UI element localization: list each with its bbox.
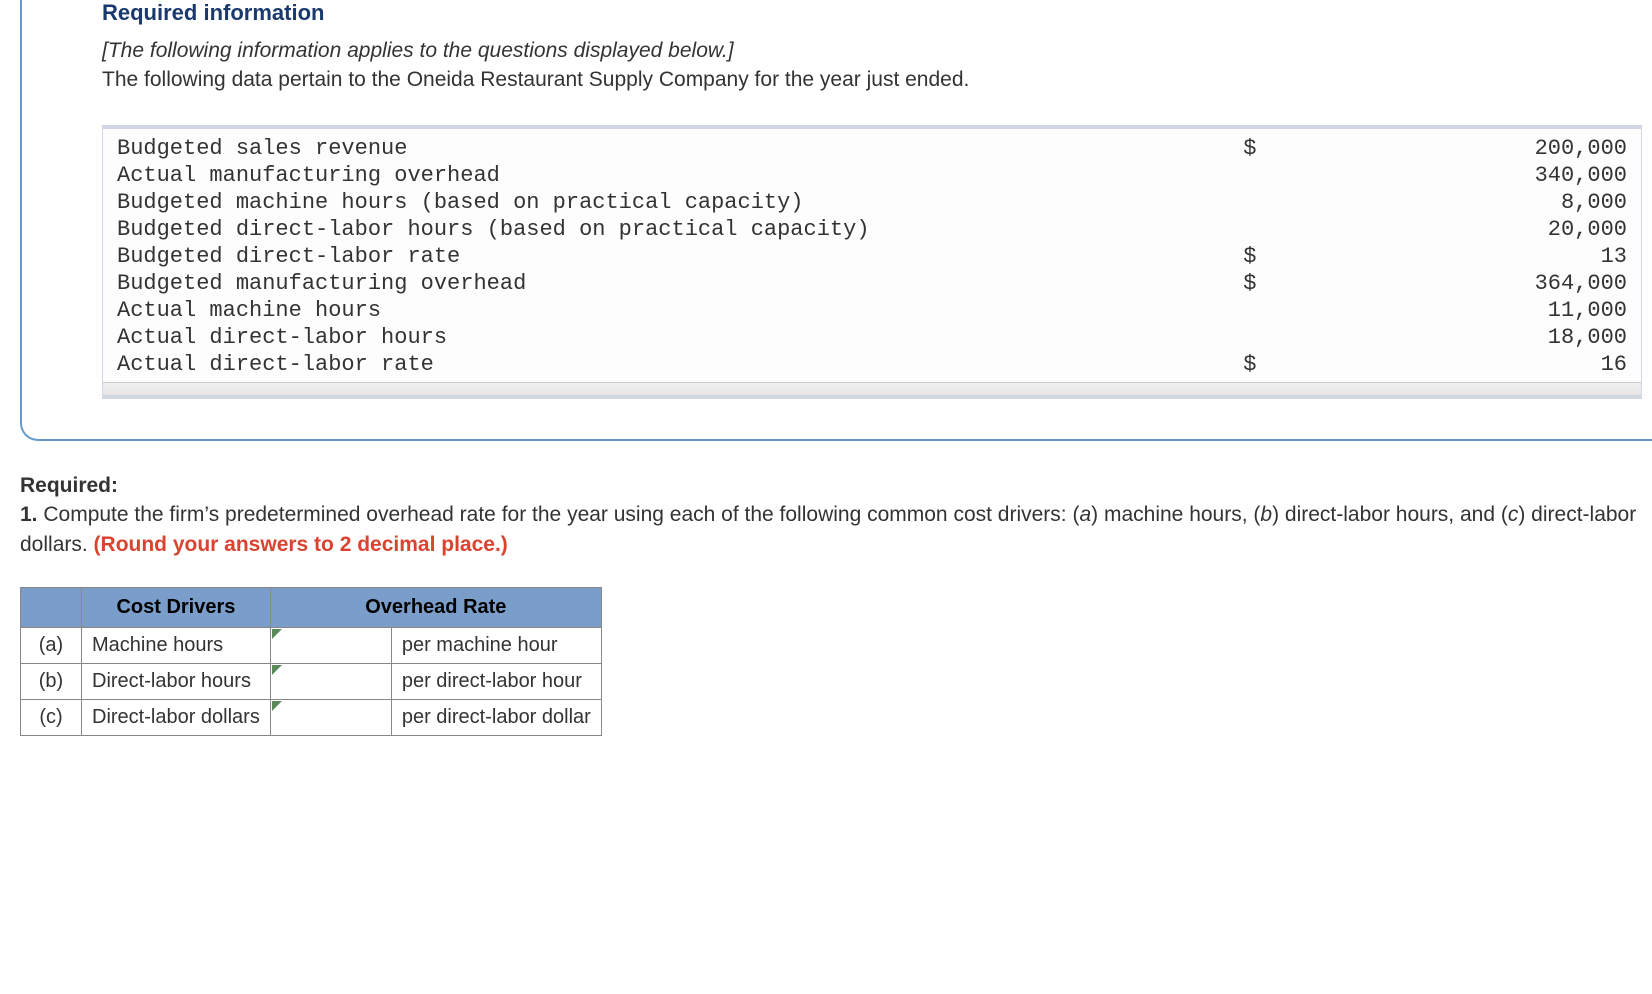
table-row: Actual manufacturing overhead 340,000 (103, 162, 1641, 189)
header-blank (21, 587, 82, 627)
table-row: Actual machine hours 11,000 (103, 297, 1641, 324)
data-label: Budgeted machine hours (based on practic… (103, 189, 1180, 216)
data-label: Actual direct-labor rate (103, 351, 1180, 378)
question-number: 1. (20, 503, 38, 526)
unit-cell: per direct-labor hour (391, 663, 601, 699)
ital-c: c (1508, 503, 1519, 526)
required-label: Required: (20, 474, 118, 497)
data-val: 364,000 (1256, 270, 1641, 297)
rate-input-c[interactable] (271, 700, 391, 734)
intro-plain: The following data pertain to the Oneida… (102, 68, 969, 91)
row-letter: (b) (21, 663, 82, 699)
data-val: 18,000 (1256, 324, 1641, 351)
question-text-a: Compute the firm’s predetermined overhea… (38, 503, 1080, 526)
intro-text: [The following information applies to th… (102, 36, 1652, 95)
data-val: 340,000 (1256, 162, 1641, 189)
data-sym: $ (1180, 243, 1257, 270)
header-cost-drivers: Cost Drivers (82, 587, 271, 627)
data-label: Budgeted manufacturing overhead (103, 270, 1180, 297)
unit-cell: per machine hour (391, 627, 601, 663)
unit-cell: per direct-labor dollar (391, 699, 601, 735)
data-label: Actual manufacturing overhead (103, 162, 1180, 189)
data-sym (1180, 189, 1257, 216)
header-overhead-rate: Overhead Rate (270, 587, 601, 627)
round-note: (Round your answers to 2 decimal place.) (94, 533, 508, 556)
data-val: 16 (1256, 351, 1641, 378)
table-row: Budgeted direct-labor hours (based on pr… (103, 216, 1641, 243)
table-row: Budgeted manufacturing overhead$364,000 (103, 270, 1641, 297)
row-letter: (a) (21, 627, 82, 663)
input-indicator-icon (272, 701, 282, 711)
rate-input-a[interactable] (271, 628, 391, 662)
required-block: Required: 1. Compute the firm’s predeter… (20, 471, 1652, 559)
data-sym (1180, 297, 1257, 324)
data-val: 8,000 (1256, 189, 1641, 216)
info-box: Required information [The following info… (20, 0, 1652, 441)
cost-driver-cell: Machine hours (82, 627, 271, 663)
table-row: Budgeted machine hours (based on practic… (103, 189, 1641, 216)
table-row: Budgeted sales revenue$200,000 (103, 135, 1641, 162)
ital-a: a (1079, 503, 1091, 526)
data-table-wrap: Budgeted sales revenue$200,000 Actual ma… (102, 125, 1642, 399)
data-label: Actual machine hours (103, 297, 1180, 324)
table-row: Actual direct-labor hours 18,000 (103, 324, 1641, 351)
input-indicator-icon (272, 629, 282, 639)
row-letter: (c) (21, 699, 82, 735)
rate-input-cell[interactable] (270, 699, 391, 735)
data-sym (1180, 324, 1257, 351)
data-label: Budgeted sales revenue (103, 135, 1180, 162)
data-val: 200,000 (1256, 135, 1641, 162)
section-title: Required information (102, 0, 1652, 26)
intro-italic: [The following information applies to th… (102, 39, 734, 62)
data-label: Actual direct-labor hours (103, 324, 1180, 351)
data-sym: $ (1180, 135, 1257, 162)
data-sym (1180, 216, 1257, 243)
data-sym (1180, 162, 1257, 189)
question-text-b: ) machine hours, ( (1091, 503, 1260, 526)
data-val: 20,000 (1256, 216, 1641, 243)
data-table: Budgeted sales revenue$200,000 Actual ma… (103, 135, 1641, 378)
question-text-c: ) direct-labor hours, and ( (1272, 503, 1508, 526)
cost-driver-cell: Direct-labor hours (82, 663, 271, 699)
data-sym: $ (1180, 270, 1257, 297)
table-row: Budgeted direct-labor rate$13 (103, 243, 1641, 270)
answer-row: (b) Direct-labor hours per direct-labor … (21, 663, 602, 699)
rate-input-b[interactable] (271, 664, 391, 698)
answer-table: Cost Drivers Overhead Rate (a) Machine h… (20, 587, 602, 736)
rate-input-cell[interactable] (270, 663, 391, 699)
data-val: 13 (1256, 243, 1641, 270)
table-row: Actual direct-labor rate$16 (103, 351, 1641, 378)
answer-row: (a) Machine hours per machine hour (21, 627, 602, 663)
data-sym: $ (1180, 351, 1257, 378)
scroll-hint[interactable] (103, 382, 1641, 395)
input-indicator-icon (272, 665, 282, 675)
answer-row: (c) Direct-labor dollars per direct-labo… (21, 699, 602, 735)
cost-driver-cell: Direct-labor dollars (82, 699, 271, 735)
data-label: Budgeted direct-labor rate (103, 243, 1180, 270)
ital-b: b (1260, 503, 1272, 526)
rate-input-cell[interactable] (270, 627, 391, 663)
data-val: 11,000 (1256, 297, 1641, 324)
data-label: Budgeted direct-labor hours (based on pr… (103, 216, 1180, 243)
